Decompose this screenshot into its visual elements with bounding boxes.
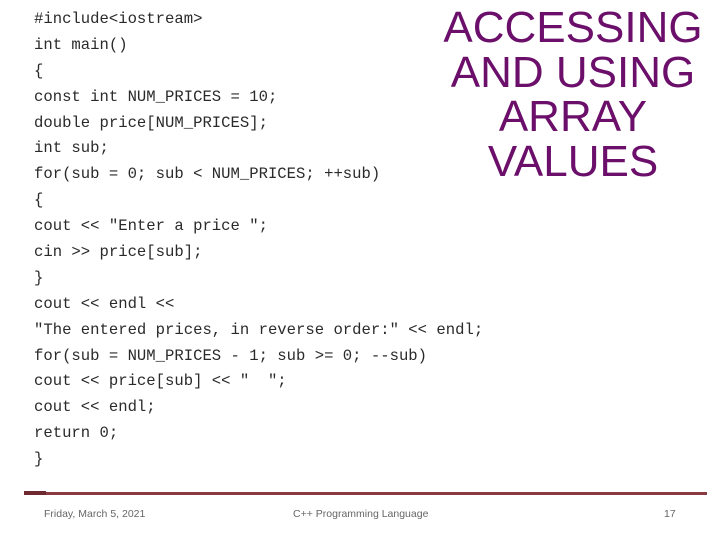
code-line: #include<iostream> <box>34 10 203 28</box>
code-line: const int NUM_PRICES = 10; <box>34 87 278 106</box>
code-line: double price[NUM_PRICES]; <box>34 113 268 132</box>
footer-course-name: C++ Programming Language <box>293 508 429 520</box>
code-line: return 0; <box>34 424 119 443</box>
code-line: cin >> price[sub]; <box>34 243 203 262</box>
code-line: cout << endl << <box>34 294 175 313</box>
code-line: } <box>34 268 44 287</box>
code-line: for(sub = 0; sub < NUM_PRICES; ++sub) <box>34 165 381 184</box>
footer-divider-accent <box>24 491 46 495</box>
slide-title-line: ACCESSING <box>443 3 703 52</box>
code-line: cout << "Enter a price "; <box>34 217 268 236</box>
code-line: { <box>34 61 44 80</box>
code-line: } <box>34 450 44 469</box>
footer-date: Friday, March 5, 2021 <box>44 508 146 520</box>
code-block: #include<iostream> int main() { const int N… <box>34 7 483 473</box>
slide-title-line: AND USING <box>450 47 696 97</box>
code-line: int main() <box>34 35 128 54</box>
slide-number: 17 <box>664 508 676 520</box>
code-line: for(sub = NUM_PRICES - 1; sub >= 0; --su… <box>34 346 428 365</box>
code-line: int sub; <box>34 139 109 158</box>
code-line: cout << endl; <box>34 398 156 417</box>
code-line: "The entered prices, in reverse order:" … <box>34 320 484 339</box>
slide-title-line: VALUES <box>487 136 659 186</box>
code-line: { <box>34 191 44 210</box>
slide-title: ACCESSING AND USING ARRAY VALUES <box>438 3 708 186</box>
slide-title-line: ARRAY <box>498 92 648 141</box>
footer-divider <box>24 492 707 495</box>
code-line: cout << price[sub] << " "; <box>34 372 287 391</box>
